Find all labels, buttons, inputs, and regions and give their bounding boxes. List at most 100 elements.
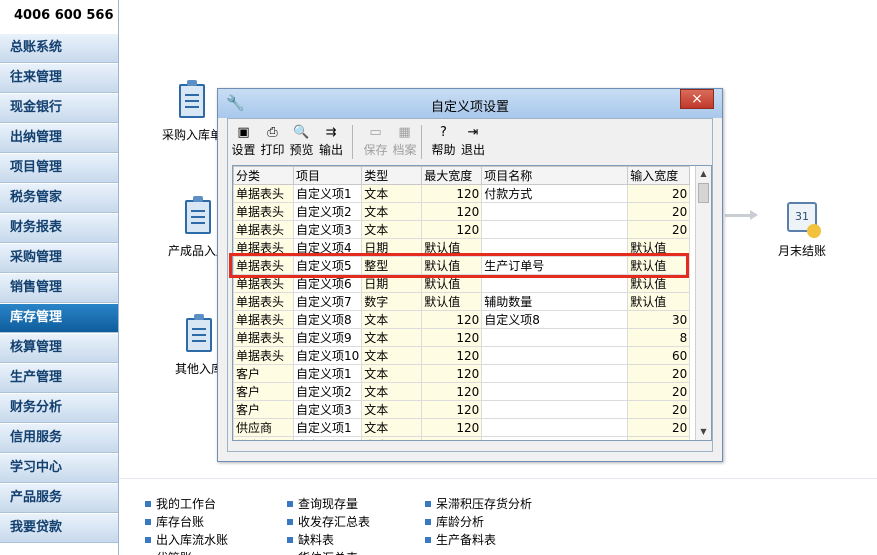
save-button[interactable]: ▭ 保存	[362, 123, 389, 161]
sidebar-item[interactable]: 现金银行	[0, 93, 118, 123]
table-cell[interactable]: 辅助数量	[481, 292, 629, 311]
table-cell[interactable]: 自定义项3	[292, 220, 363, 239]
sidebar-item[interactable]: 采购管理	[0, 243, 118, 273]
table-cell[interactable]: 单据表头	[233, 292, 294, 311]
table-cell[interactable]: 30	[627, 310, 691, 329]
table-cell[interactable]: 供应商	[233, 436, 294, 440]
sidebar-item[interactable]: 项目管理	[0, 153, 118, 183]
flow-month-end[interactable]: 31 月末结账	[767, 196, 837, 259]
table-row[interactable]: 供应商自定义项2文本120 20	[233, 436, 691, 440]
table-cell[interactable]: 20	[627, 418, 691, 437]
table-cell[interactable]: 客户	[233, 364, 294, 383]
table-cell[interactable]: 单据表头	[233, 274, 294, 293]
scroll-up-icon[interactable]: ▲	[696, 166, 711, 182]
table-cell[interactable]: 自定义项5	[292, 256, 363, 275]
table-row[interactable]: 单据表头 自定义项8 文本 120 自定义项8 30	[233, 310, 691, 329]
table-cell[interactable]: 文本	[361, 184, 423, 203]
table-cell[interactable]: 单据表头	[233, 346, 294, 365]
quick-link[interactable]: 查询现存量	[287, 495, 358, 512]
table-cell[interactable]	[481, 364, 629, 383]
table-cell[interactable]: 默认值	[421, 274, 483, 293]
table-cell[interactable]: 文本	[361, 364, 423, 383]
table-row[interactable]: 供应商 自定义项1 文本 120 20	[233, 418, 691, 437]
table-cell[interactable]: 文本	[361, 346, 423, 365]
sidebar-item[interactable]: 学习中心	[0, 453, 118, 483]
table-cell[interactable]	[481, 400, 629, 419]
sidebar-item[interactable]: 财务分析	[0, 393, 118, 423]
table-cell[interactable]: 生产订单号	[481, 256, 629, 275]
table-row[interactable]: 单据表头 自定义项9 文本 120 8	[233, 328, 691, 347]
table-cell[interactable]: 数字	[361, 292, 423, 311]
column-header[interactable]: 最大宽度	[421, 166, 483, 185]
table-cell[interactable]: 自定义项10	[292, 346, 363, 365]
table-cell[interactable]: 日期	[361, 238, 423, 257]
sidebar-item[interactable]: 我要贷款	[0, 513, 118, 543]
table-cell[interactable]: 文本	[361, 310, 423, 329]
table-cell[interactable]	[481, 238, 629, 257]
table-cell[interactable]: 120	[421, 382, 483, 401]
table-cell[interactable]: 20	[627, 184, 691, 203]
quick-link[interactable]: 库存台账	[145, 513, 204, 530]
table-row[interactable]: 单据表头 自定义项5 整型 默认值 生产订单号 默认值	[233, 256, 691, 275]
quick-link[interactable]: 生产备料表	[425, 531, 496, 548]
table-row[interactable]: 单据表头 自定义项10 文本 120 60	[233, 346, 691, 365]
table-cell[interactable]: 20	[627, 220, 691, 239]
table-cell[interactable]: 自定义项1	[292, 418, 363, 437]
table-cell[interactable]: 客户	[233, 400, 294, 419]
table-cell[interactable]: 自定义项6	[292, 274, 363, 293]
table-cell[interactable]: 默认值	[627, 274, 691, 293]
table-row[interactable]: 客户 自定义项1 文本 120 20	[233, 364, 691, 383]
table-cell[interactable]: 客户	[233, 382, 294, 401]
table-cell[interactable]: 日期	[361, 274, 423, 293]
sidebar-item[interactable]: 往来管理	[0, 63, 118, 93]
quick-link[interactable]: 代管账	[145, 549, 192, 555]
table-row[interactable]: 单据表头 自定义项1 文本 120 付款方式 20	[233, 184, 691, 203]
table-cell[interactable]: 文本	[361, 400, 423, 419]
settings-button[interactable]: ▣ 设置	[230, 123, 257, 161]
table-cell[interactable]: 自定义项7	[292, 292, 363, 311]
table-cell[interactable]: 8	[627, 328, 691, 347]
table-cell[interactable]: 文本	[361, 418, 423, 437]
table-row[interactable]: 单据表头 自定义项7 数字 默认值 辅助数量 默认值	[233, 292, 691, 311]
table-cell[interactable]: 自定义项9	[292, 328, 363, 347]
table-cell[interactable]: 自定义项2	[292, 202, 363, 221]
table-cell[interactable]	[481, 220, 629, 239]
table-cell[interactable]: 自定义项1	[292, 184, 363, 203]
sidebar-item[interactable]: 库存管理	[0, 303, 118, 333]
table-cell[interactable]: 文本	[361, 382, 423, 401]
table-cell[interactable]: 20	[627, 400, 691, 419]
quick-link[interactable]: 缺料表	[287, 531, 334, 548]
scroll-thumb[interactable]	[698, 183, 709, 203]
table-cell[interactable]: 默认值	[421, 256, 483, 275]
quick-link[interactable]: 收发存汇总表	[287, 513, 370, 530]
sidebar-item[interactable]: 生产管理	[0, 363, 118, 393]
table-cell[interactable]: 120	[421, 328, 483, 347]
table-cell[interactable]: 120	[421, 346, 483, 365]
table-row[interactable]: 单据表头 自定义项4 日期 默认值 默认值	[233, 238, 691, 257]
quick-link[interactable]: 库龄分析	[425, 513, 484, 530]
sidebar-item[interactable]: 出纳管理	[0, 123, 118, 153]
table-cell[interactable]: 单据表头	[233, 220, 294, 239]
print-button[interactable]: ⎙ 打印	[259, 123, 286, 161]
table-cell[interactable]: 自定义项8	[481, 310, 629, 329]
table-cell[interactable]: 60	[627, 346, 691, 365]
sidebar-item[interactable]: 核算管理	[0, 333, 118, 363]
table-cell[interactable]: 120	[421, 310, 483, 329]
sidebar-item[interactable]: 财务报表	[0, 213, 118, 243]
table-cell[interactable]: 文本	[361, 220, 423, 239]
table-cell[interactable]: 单据表头	[233, 328, 294, 347]
table-cell[interactable]: 自定义项1	[292, 364, 363, 383]
quick-link[interactable]: 出入库流水账	[145, 531, 228, 548]
table-cell[interactable]: 默认值	[421, 238, 483, 257]
column-header[interactable]: 类型	[361, 166, 423, 185]
column-header[interactable]: 项目	[292, 166, 363, 185]
scroll-down-icon[interactable]: ▼	[696, 424, 711, 440]
sidebar-item[interactable]: 税务管家	[0, 183, 118, 213]
column-header[interactable]: 项目名称	[481, 166, 629, 185]
column-header[interactable]: 输入宽度	[627, 166, 691, 185]
table-cell[interactable]: 自定义项4	[292, 238, 363, 257]
table-row[interactable]: 单据表头 自定义项2 文本 120 20	[233, 202, 691, 221]
sidebar-item[interactable]: 总账系统	[0, 33, 118, 63]
table-cell[interactable]: 文本	[361, 328, 423, 347]
table-cell[interactable]: 付款方式	[481, 184, 629, 203]
